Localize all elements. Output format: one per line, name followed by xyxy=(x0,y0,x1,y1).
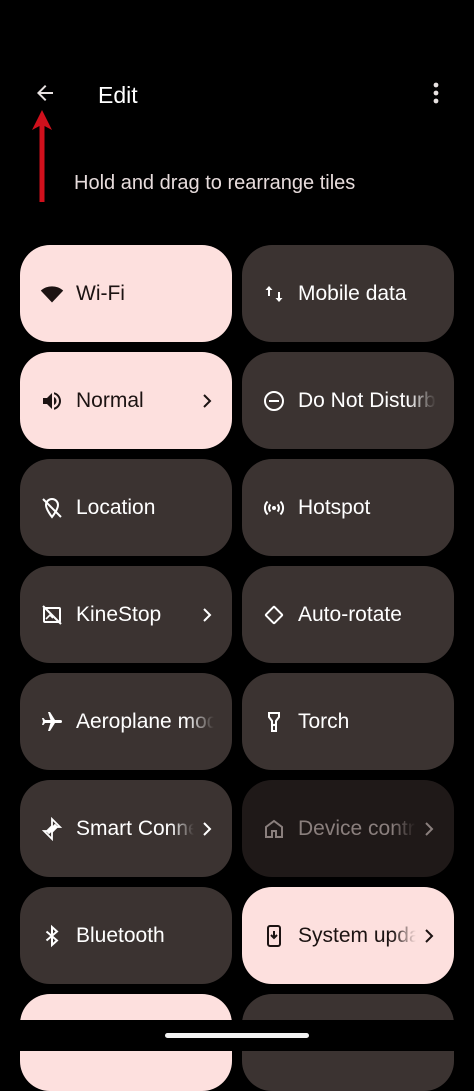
tile-sound-mode[interactable]: Normal xyxy=(20,352,232,449)
more-options-button[interactable] xyxy=(424,80,448,110)
chevron-right-icon xyxy=(422,928,436,943)
tile-label: Normal xyxy=(76,388,144,412)
wifi-icon xyxy=(40,282,64,306)
tile-auto-rotate[interactable]: Auto-rotate xyxy=(242,566,454,663)
tile-hotspot[interactable]: Hotspot xyxy=(242,459,454,556)
do-not-disturb-icon xyxy=(262,389,286,413)
smart-connect-icon xyxy=(40,816,64,841)
page-title: Edit xyxy=(98,82,138,108)
tile-label: System update xyxy=(298,923,416,947)
hotspot-icon xyxy=(262,496,286,520)
chevron-right-icon xyxy=(200,607,214,622)
tile-kinestop[interactable]: KineStop xyxy=(20,566,232,663)
back-button[interactable] xyxy=(28,78,62,112)
tile-system-update[interactable]: System update xyxy=(242,887,454,984)
torch-icon xyxy=(262,710,286,734)
bluetooth-icon xyxy=(40,924,64,948)
tile-label: Hotspot xyxy=(298,495,371,519)
tile-label: Mobile data xyxy=(298,281,407,305)
tile-do-not-disturb[interactable]: Do Not Disturb xyxy=(242,352,454,449)
chevron-right-icon xyxy=(200,821,214,836)
tile-location[interactable]: Location xyxy=(20,459,232,556)
mobile-data-icon xyxy=(262,282,286,306)
tile-label: Auto-rotate xyxy=(298,602,402,626)
location-off-icon xyxy=(40,496,64,520)
tile-smart-connect[interactable]: Smart Connect xyxy=(20,780,232,877)
tile-torch[interactable]: Torch xyxy=(242,673,454,770)
tile-aeroplane-mode[interactable]: Aeroplane mode xyxy=(20,673,232,770)
tile-label: Wi-Fi xyxy=(76,281,125,305)
arrow-back-icon xyxy=(33,81,57,110)
more-vert-icon xyxy=(433,82,439,109)
tile-label: Location xyxy=(76,495,156,519)
airplane-icon xyxy=(40,710,64,734)
tile-label: Bluetooth xyxy=(76,923,165,947)
tile-mobile-data[interactable]: Mobile data xyxy=(242,245,454,342)
tile-label: KineStop xyxy=(76,602,162,626)
tile-label: Smart Connect xyxy=(76,816,194,840)
tile-label: Aeroplane mode xyxy=(76,709,214,733)
chevron-right-icon xyxy=(200,393,214,408)
tile-label: Torch xyxy=(298,709,350,733)
auto-rotate-icon xyxy=(262,603,286,627)
tile-device-controls[interactable]: Device controls xyxy=(242,780,454,877)
annotation-arrow xyxy=(30,108,54,204)
instruction-text: Hold and drag to rearrange tiles xyxy=(74,172,356,194)
tile-label: Do Not Disturb xyxy=(298,388,436,412)
tile-wifi[interactable]: Wi-Fi xyxy=(20,245,232,342)
tile-bluetooth[interactable]: Bluetooth xyxy=(20,887,232,984)
volume-icon xyxy=(40,389,64,413)
system-update-icon xyxy=(262,924,286,948)
tile-label: Device controls xyxy=(298,816,416,840)
navigation-handle[interactable] xyxy=(165,1033,309,1038)
top-app-bar: Edit xyxy=(0,0,474,140)
chevron-right-icon xyxy=(422,821,436,836)
kinestop-icon xyxy=(40,603,64,627)
home-icon xyxy=(262,817,286,841)
